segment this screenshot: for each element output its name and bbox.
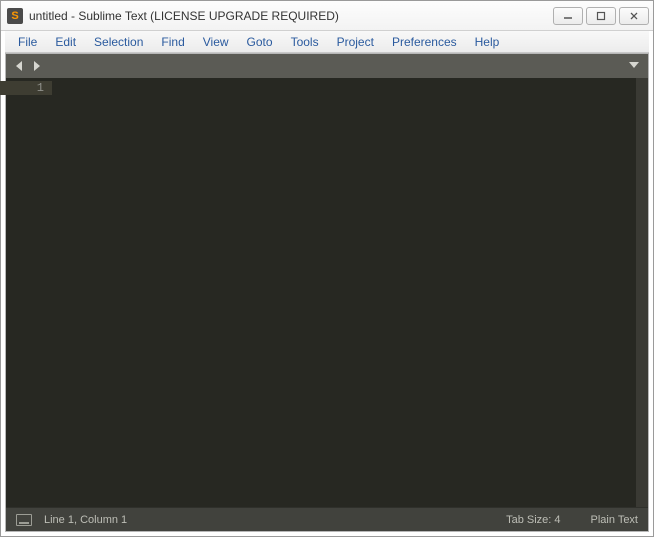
panel-toggle-icon[interactable]: [16, 514, 32, 526]
close-button[interactable]: [619, 7, 649, 25]
status-syntax[interactable]: Plain Text: [591, 514, 639, 526]
vertical-scrollbar[interactable]: [636, 78, 648, 507]
menu-goto[interactable]: Goto: [238, 33, 282, 51]
close-icon: [629, 11, 639, 21]
menu-find[interactable]: Find: [152, 33, 193, 51]
maximize-button[interactable]: [586, 7, 616, 25]
minimize-button[interactable]: [553, 7, 583, 25]
menu-file[interactable]: File: [9, 33, 46, 51]
menu-edit[interactable]: Edit: [46, 33, 85, 51]
chevron-right-icon: [30, 60, 42, 72]
editor-area: 1: [6, 78, 648, 507]
status-position[interactable]: Line 1, Column 1: [44, 514, 476, 526]
status-tab-size[interactable]: Tab Size: 4: [506, 514, 560, 526]
menu-selection[interactable]: Selection: [85, 33, 152, 51]
window-title: untitled - Sublime Text (LICENSE UPGRADE…: [29, 9, 553, 23]
tab-overflow-menu[interactable]: [628, 59, 640, 74]
chevron-down-icon: [628, 59, 640, 71]
titlebar[interactable]: untitled - Sublime Text (LICENSE UPGRADE…: [1, 1, 653, 31]
menu-help[interactable]: Help: [466, 33, 509, 51]
tab-nav-back[interactable]: [12, 60, 28, 72]
line-number: 1: [0, 81, 52, 95]
tab-bar: [6, 54, 648, 78]
menu-project[interactable]: Project: [328, 33, 383, 51]
window-controls: [553, 7, 649, 25]
app-icon: [7, 8, 23, 24]
maximize-icon: [596, 11, 606, 21]
status-bar: Line 1, Column 1 Tab Size: 4 Plain Text: [6, 507, 648, 531]
menubar: File Edit Selection Find View Goto Tools…: [5, 31, 649, 53]
tab-nav-forward[interactable]: [28, 60, 44, 72]
window-frame: untitled - Sublime Text (LICENSE UPGRADE…: [0, 0, 654, 537]
chevron-left-icon: [14, 60, 26, 72]
menu-tools[interactable]: Tools: [282, 33, 328, 51]
line-gutter: 1: [6, 78, 52, 507]
menu-view[interactable]: View: [194, 33, 238, 51]
menu-preferences[interactable]: Preferences: [383, 33, 466, 51]
minimize-icon: [563, 11, 573, 21]
code-editor[interactable]: [52, 78, 648, 507]
